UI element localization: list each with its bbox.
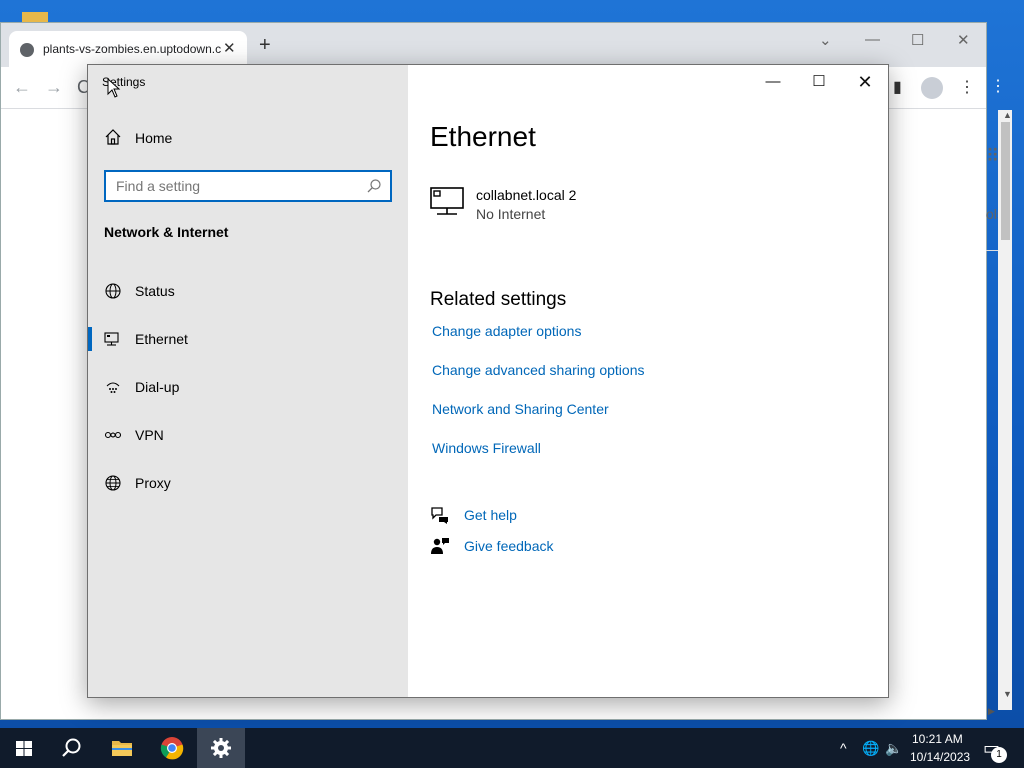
sidebar-item-label: Dial-up — [135, 379, 180, 395]
browser-menu-dots-icon[interactable]: ⋮ — [990, 76, 1006, 96]
search-icon[interactable] — [366, 178, 382, 194]
settings-main: Ethernet collabnet.local 2 No Internet R… — [408, 65, 888, 697]
browser-close-button[interactable]: ✕ — [957, 31, 970, 49]
windows-firewall-link[interactable]: Windows Firewall — [432, 440, 541, 456]
notification-count-badge: 1 — [991, 747, 1007, 763]
sidebar-item-label: Status — [135, 283, 175, 299]
home-nav-item[interactable]: Home — [104, 127, 394, 151]
ethernet-adapter-icon — [430, 187, 464, 215]
back-arrow-icon[interactable]: ← — [13, 77, 31, 98]
scroll-right-arrow-icon[interactable]: ▶ — [988, 706, 995, 717]
sidebar-item-vpn[interactable]: VPN — [88, 415, 408, 455]
site-favicon-icon — [20, 43, 34, 57]
network-sharing-center-link[interactable]: Network and Sharing Center — [432, 401, 609, 417]
globe-icon — [105, 475, 121, 491]
selection-indicator — [88, 327, 92, 351]
browser-maximize-button[interactable]: ☐ — [911, 31, 924, 49]
scroll-up-arrow-icon[interactable]: ▲ — [1003, 110, 1012, 120]
sidebar-item-dialup[interactable]: Dial-up — [88, 367, 408, 407]
give-feedback-link[interactable]: Give feedback — [464, 538, 554, 554]
search-box[interactable] — [104, 170, 392, 202]
tray-chevron-up-icon[interactable]: ^ — [840, 740, 847, 756]
search-icon — [62, 738, 81, 757]
home-icon — [105, 129, 121, 145]
give-feedback-icon — [431, 538, 449, 554]
taskbar-search-button[interactable] — [48, 728, 96, 768]
page-title: Ethernet — [430, 121, 536, 152]
vpn-icon — [104, 431, 122, 439]
browser-tab-strip: plants-vs-zombies.en.uptodown.com ✕ + ⌄ … — [1, 23, 986, 67]
browser-minimize-button[interactable]: — — [865, 31, 880, 48]
new-tab-button[interactable]: + — [259, 35, 271, 55]
file-explorer-icon — [112, 741, 132, 756]
related-settings-title: Related settings — [430, 289, 567, 310]
browser-tab-title: plants-vs-zombies.en.uptodown.com — [43, 42, 221, 56]
network-name: collabnet.local 2 — [476, 187, 577, 203]
sidebar-item-status[interactable]: Status — [88, 271, 408, 311]
browser-tab[interactable]: plants-vs-zombies.en.uptodown.com ✕ — [9, 31, 247, 67]
profile-avatar-icon[interactable] — [921, 77, 943, 99]
tab-close-icon[interactable]: ✕ — [223, 39, 236, 57]
sidebar-item-proxy[interactable]: Proxy — [88, 463, 408, 503]
taskbar-settings[interactable] — [197, 728, 245, 768]
clock-time[interactable]: 10:21 AM — [912, 732, 963, 746]
browser-menu-icon[interactable]: ⋮ — [959, 77, 975, 97]
volume-muted-icon[interactable]: 🔈 — [885, 740, 902, 757]
forward-arrow-icon[interactable]: → — [45, 77, 63, 98]
sidebar-item-label: Ethernet — [135, 331, 188, 347]
sidebar-item-ethernet[interactable]: Ethernet — [88, 319, 408, 359]
sidebar-item-label: Proxy — [135, 475, 171, 491]
network-status: No Internet — [476, 206, 546, 222]
get-help-icon — [431, 507, 448, 524]
search-input[interactable] — [116, 177, 356, 195]
change-adapter-options-link[interactable]: Change adapter options — [432, 323, 581, 339]
sidebar-item-label: VPN — [135, 427, 164, 443]
section-title: Network & Internet — [104, 224, 229, 240]
home-label: Home — [135, 130, 173, 146]
get-help-link[interactable]: Get help — [464, 507, 517, 523]
settings-gear-icon — [211, 738, 231, 758]
settings-window: Settings Home Network & Internet Status — [87, 64, 889, 698]
network-globe-icon[interactable]: 🌐 — [862, 740, 879, 757]
clock-date[interactable]: 10/14/2023 — [910, 750, 970, 764]
dialup-icon — [106, 382, 120, 393]
start-button[interactable] — [0, 728, 48, 768]
network-connection[interactable]: collabnet.local 2 No Internet — [430, 185, 830, 229]
taskbar: ^ 🌐 🔈 10:21 AM 10/14/2023 ▭ — [0, 728, 1024, 768]
get-help-row[interactable]: Get help — [430, 503, 730, 527]
browser-scrollbar-thumb[interactable] — [1001, 122, 1010, 240]
mouse-cursor-icon — [107, 78, 121, 98]
ethernet-icon — [104, 332, 119, 346]
taskbar-chrome[interactable] — [148, 728, 196, 768]
change-advanced-sharing-link[interactable]: Change advanced sharing options — [432, 362, 645, 378]
tab-search-chevron-icon[interactable]: ⌄ — [819, 31, 832, 49]
chrome-icon — [160, 737, 184, 760]
taskbar-file-explorer[interactable] — [98, 728, 146, 768]
side-panel-icon[interactable]: ▮ — [893, 77, 902, 97]
start-icon — [16, 741, 32, 756]
scroll-down-arrow-icon[interactable]: ▼ — [1003, 689, 1012, 699]
give-feedback-row[interactable]: Give feedback — [430, 534, 730, 558]
settings-sidebar: Settings Home Network & Internet Status — [88, 65, 408, 697]
globe-status-icon — [105, 283, 121, 299]
